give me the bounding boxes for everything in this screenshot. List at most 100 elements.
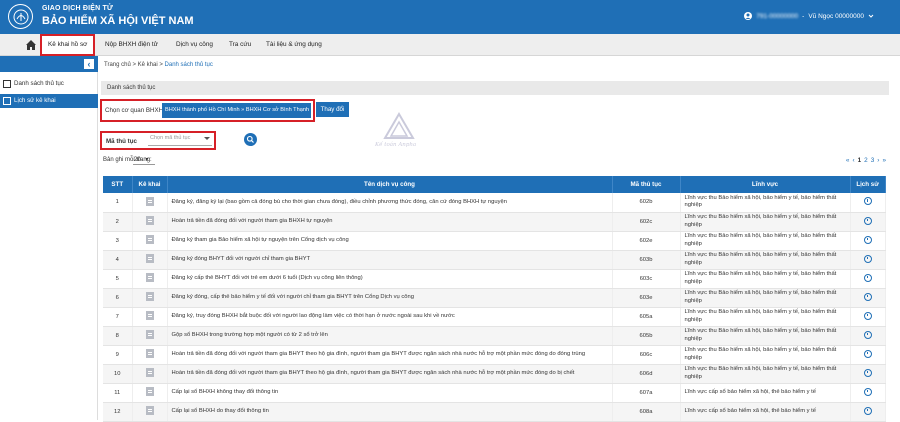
page-2-button[interactable]: 2 [864,157,868,164]
declare-file-icon[interactable] [145,387,154,396]
user-separator: - [802,12,805,20]
row-name[interactable]: Đăng ký đóng BHYT đối với người chỉ tham… [167,250,613,270]
row-history[interactable] [850,193,886,213]
page-3-button[interactable]: 3 [871,157,875,164]
history-clock-icon[interactable] [863,235,872,244]
table-row[interactable]: 5 Đăng ký cấp thẻ BHYT đối với trẻ em dướ… [103,269,886,289]
page-last-button[interactable]: » [882,157,886,164]
row-history[interactable] [850,345,886,365]
declare-file-icon[interactable] [145,368,154,377]
row-name[interactable]: Đăng ký cấp thẻ BHYT đối với trẻ em dưới… [167,269,613,289]
history-clock-icon[interactable] [863,349,872,358]
table-row[interactable]: 7 Đăng ký, truy đóng BHXH bắt buộc đối vớ… [103,307,886,327]
history-clock-icon[interactable] [863,273,872,282]
table-row[interactable]: 8 Gộp sổ BHXH trong trường hợp một người … [103,326,886,346]
nav-dich-vu-cong[interactable]: Dịch vụ công [176,34,213,56]
col-ke-khai: Kê khai [132,176,168,193]
procedure-code-select[interactable]: Chọn mã thủ tục [148,135,212,146]
table-row[interactable]: 10 Hoàn trả tiền đã đóng đối với người th… [103,364,886,384]
table-row[interactable]: 11 Cấp lại sổ BHXH không thay đổi thông t… [103,383,886,403]
row-history[interactable] [850,364,886,384]
history-clock-icon[interactable] [863,368,872,377]
row-history[interactable] [850,307,886,327]
declare-file-icon[interactable] [145,311,154,320]
breadcrumb-home[interactable]: Trang chủ [104,62,131,68]
main-nav: Kê khai hồ sơ Nộp BHXH điện tử Dịch vụ c… [0,34,900,56]
declare-file-icon[interactable] [145,196,154,206]
row-history[interactable] [850,212,886,232]
nav-nop-bhxh-dien-tu[interactable]: Nộp BHXH điện tử [105,34,158,56]
row-declare[interactable] [132,364,168,384]
declare-file-icon[interactable] [145,216,154,225]
row-declare[interactable] [132,231,168,251]
nav-tra-cuu[interactable]: Tra cứu [229,34,251,56]
row-name[interactable]: Cấp lại sổ BHXH do thay đổi thông tin [167,402,613,422]
row-declare[interactable] [132,307,168,327]
row-name[interactable]: Đăng ký, đăng ký lại (bao gồm cả đóng bù… [167,193,613,213]
table-row[interactable]: 12 Cấp lại sổ BHXH do thay đổi thông tin 6… [103,402,886,422]
bhxh-logo-icon[interactable] [8,4,33,29]
nav-tai-lieu-ung-dung[interactable]: Tài liệu & ứng dụng [266,34,322,56]
history-clock-icon[interactable] [863,197,872,206]
table-row[interactable]: 9 Hoàn trả tiền đã đóng đối với người tha… [103,345,886,365]
row-history[interactable] [850,231,886,251]
nav-ke-khai-ho-so[interactable]: Kê khai hồ sơ [40,34,96,56]
declare-file-icon[interactable] [145,254,154,263]
table-row[interactable]: 3 Đăng ký tham gia Bảo hiểm xã hội tự ngu… [103,231,886,251]
row-declare[interactable] [132,326,168,346]
row-declare[interactable] [132,402,168,422]
row-name[interactable]: Hoàn trả tiền đã đóng đối với người tham… [167,345,613,365]
row-history[interactable] [850,269,886,289]
page-prev-button[interactable]: ‹ [852,157,854,164]
change-agency-button[interactable]: Thay đổi [316,102,349,117]
row-declare[interactable] [132,212,168,232]
row-declare[interactable] [132,288,168,308]
sidebar-item-lich-su-ke-khai[interactable]: Lịch sử kê khai [0,94,98,108]
declare-file-icon[interactable] [145,330,154,339]
history-clock-icon[interactable] [863,387,872,396]
history-clock-icon[interactable] [863,254,872,263]
row-history[interactable] [850,288,886,308]
row-name[interactable]: Đăng ký tham gia Bảo hiểm xã hội tự nguy… [167,231,613,251]
table-row[interactable]: 2 Hoàn trả tiền đã đóng đối với người tha… [103,212,886,232]
breadcrumb-ke-khai[interactable]: Kê khai [138,62,158,68]
agency-select[interactable]: BHXH thành phố Hồ Chí Minh » BHXH Cơ sở … [162,103,311,118]
row-declare[interactable] [132,250,168,270]
row-history[interactable] [850,402,886,422]
sidebar-item-danh-sach-thu-tuc[interactable]: Danh sách thủ tục [0,77,98,91]
row-name[interactable]: Hoàn trả tiền đã đóng đối với người tham… [167,364,613,384]
declare-file-icon[interactable] [145,235,154,244]
page-1-button[interactable]: 1 [858,157,862,164]
declare-file-icon[interactable] [145,349,154,358]
page-next-button[interactable]: › [877,157,879,164]
history-clock-icon[interactable] [863,330,872,339]
user-menu[interactable]: 791-00000000 - Vũ Ngọc 00000000 [744,12,874,20]
row-declare[interactable] [132,345,168,365]
row-declare[interactable] [132,383,168,403]
row-name[interactable]: Hoàn trả tiền đã đóng đối với người tham… [167,212,613,232]
declare-file-icon[interactable] [145,273,154,282]
table-row[interactable]: 4 Đăng ký đóng BHYT đối với người chỉ tha… [103,250,886,270]
row-name[interactable]: Cấp lại sổ BHXH không thay đổi thông tin [167,383,613,403]
row-declare[interactable] [132,193,168,213]
declare-file-icon[interactable] [145,406,154,415]
row-name[interactable]: Đăng ký đóng, cấp thẻ bảo hiểm y tế đối … [167,288,613,308]
table-row[interactable]: 1 Đăng ký, đăng ký lại (bao gồm cả đóng b… [103,193,886,213]
history-clock-icon[interactable] [863,216,872,225]
row-name[interactable]: Đăng ký, truy đóng BHXH bắt buộc đối với… [167,307,613,327]
page-first-button[interactable]: « [846,157,850,164]
row-history[interactable] [850,326,886,346]
collapse-left-icon[interactable]: ‹ [84,59,94,69]
search-button[interactable] [244,133,257,146]
history-clock-icon[interactable] [863,406,872,415]
table-row[interactable]: 6 Đăng ký đóng, cấp thẻ bảo hiểm y tế đối… [103,288,886,308]
history-clock-icon[interactable] [863,292,872,301]
row-name[interactable]: Gộp sổ BHXH trong trường hợp một người c… [167,326,613,346]
history-clock-icon[interactable] [863,311,872,320]
row-history[interactable] [850,250,886,270]
home-icon[interactable] [24,38,38,52]
row-declare[interactable] [132,269,168,289]
page-size-select[interactable]: 20 ▾ [133,156,155,165]
declare-file-icon[interactable] [145,292,154,301]
row-history[interactable] [850,383,886,403]
